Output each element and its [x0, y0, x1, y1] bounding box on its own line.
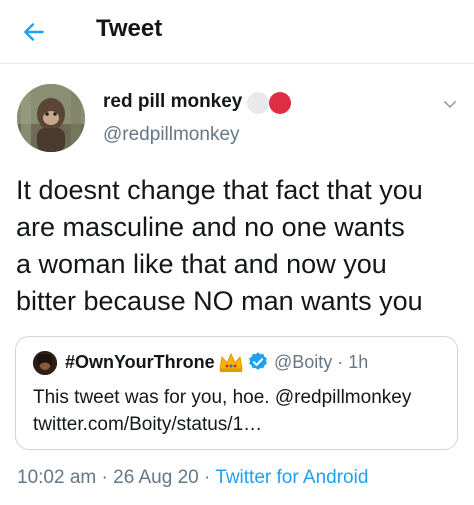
quoted-display-name: #OwnYourThrone	[65, 352, 215, 372]
tweet-text: It doesnt change that fact that you are …	[16, 175, 423, 316]
avatar-image	[17, 84, 85, 152]
quoted-avatar-image	[33, 351, 57, 375]
author-display-name[interactable]: red pill monkey	[103, 91, 242, 113]
quoted-tweet-text: This tweet was for you, hoe. @redpillmon…	[33, 387, 412, 435]
crown-emoji	[219, 352, 243, 372]
author-avatar[interactable]	[17, 84, 85, 152]
tweet-date: 26 Aug 20	[113, 467, 199, 488]
tweet-meta: 10:02 am · 26 Aug 20 · Twitter for Andro…	[17, 467, 368, 489]
author-handle[interactable]: @redpillmonkey	[103, 124, 240, 146]
back-button[interactable]	[16, 14, 52, 50]
tweet-menu-button[interactable]	[438, 92, 462, 116]
top-bar: Tweet	[0, 0, 474, 64]
verified-badge-icon	[249, 352, 267, 370]
arrow-left-icon	[24, 23, 44, 41]
meta-separator: ·	[96, 467, 114, 488]
quoted-avatar	[33, 351, 57, 375]
tweet-source-link[interactable]: Twitter for Android	[215, 467, 368, 488]
quoted-tweet-card[interactable]: #OwnYourThrone @Boity · 1h This tweet wa…	[15, 336, 458, 450]
chevron-down-icon	[444, 101, 456, 108]
page-title: Tweet	[96, 15, 163, 42]
red-circle-emoji	[269, 92, 291, 114]
meta-separator: ·	[198, 467, 216, 488]
quoted-handle-time: @Boity · 1h	[274, 352, 369, 372]
white-circle-emoji	[247, 92, 269, 114]
tweet-time: 10:02 am	[17, 467, 97, 488]
